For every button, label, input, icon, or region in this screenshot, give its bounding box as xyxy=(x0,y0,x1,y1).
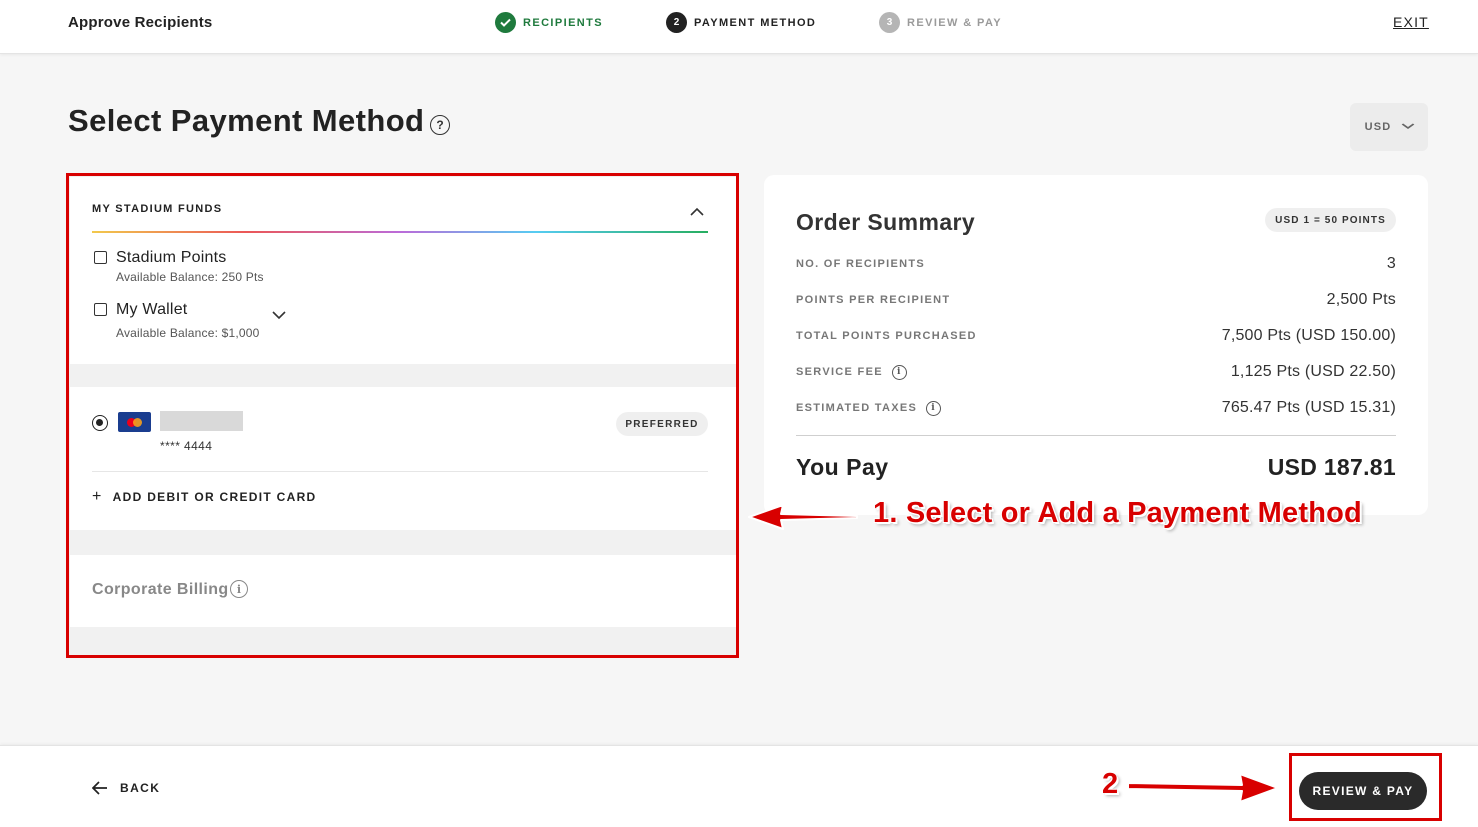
app-title: Approve Recipients xyxy=(68,14,213,31)
annotation-arrow-right-icon xyxy=(1127,773,1279,803)
annotation-highlight-box xyxy=(66,173,739,658)
annotation-highlight-box xyxy=(1289,753,1442,821)
arrow-left-icon xyxy=(91,781,108,795)
summary-value: 765.47 Pts (USD 15.31) xyxy=(1221,399,1396,416)
summary-label: POINTS PER RECIPIENT xyxy=(796,294,951,306)
info-icon[interactable]: i xyxy=(891,364,907,380)
currency-select[interactable]: USD xyxy=(1350,103,1428,151)
summary-label: TOTAL POINTS PURCHASED xyxy=(796,330,977,342)
order-summary-title: Order Summary xyxy=(796,209,976,235)
summary-row: POINTS PER RECIPIENT 2,500 Pts xyxy=(796,290,1396,310)
check-icon xyxy=(495,12,516,33)
chevron-down-icon xyxy=(1401,122,1415,133)
exchange-rate-badge: USD 1 = 50 POINTS xyxy=(1265,208,1396,232)
summary-row: SERVICE FEE i 1,125 Pts (USD 22.50) xyxy=(796,362,1396,382)
summary-value: 1,125 Pts (USD 22.50) xyxy=(1230,363,1396,380)
step-label: RECIPIENTS xyxy=(523,16,604,29)
summary-row: TOTAL POINTS PURCHASED 7,500 Pts (USD 15… xyxy=(796,326,1396,346)
divider xyxy=(796,435,1396,436)
summary-value: 2,500 Pts xyxy=(1326,291,1396,308)
summary-label: SERVICE FEE i xyxy=(796,364,907,380)
page-title: Select Payment Method xyxy=(68,103,425,138)
step-number: 3 xyxy=(879,12,900,33)
summary-row: NO. OF RECIPIENTS 3 xyxy=(796,254,1396,274)
top-bar: Approve Recipients RECIPIENTS 2 PAYMENT … xyxy=(0,0,1478,54)
back-button[interactable]: BACK xyxy=(91,781,161,795)
summary-value: 7,500 Pts (USD 150.00) xyxy=(1221,327,1396,344)
step-number: 2 xyxy=(666,12,687,33)
back-label: BACK xyxy=(120,781,161,795)
step-label: PAYMENT METHOD xyxy=(694,16,817,29)
estimated-taxes-label: ESTIMATED TAXES xyxy=(796,402,918,414)
you-pay-label: You Pay xyxy=(796,454,889,480)
annotation-step-1: 1. Select or Add a Payment Method xyxy=(873,497,1362,529)
step-label: REVIEW & PAY xyxy=(907,16,1003,29)
service-fee-label: SERVICE FEE xyxy=(796,366,883,378)
summary-value: 3 xyxy=(1386,255,1396,272)
currency-value: USD xyxy=(1364,121,1392,133)
step-payment-method[interactable]: 2 PAYMENT METHOD xyxy=(666,12,816,33)
summary-row: ESTIMATED TAXES i 765.47 Pts (USD 15.31) xyxy=(796,398,1396,418)
annotation-arrow-left-icon xyxy=(748,504,858,530)
order-summary: Order Summary USD 1 = 50 POINTS NO. OF R… xyxy=(764,175,1428,515)
step-recipients[interactable]: RECIPIENTS xyxy=(495,12,603,33)
summary-label: NO. OF RECIPIENTS xyxy=(796,258,926,270)
help-icon[interactable]: ? xyxy=(430,115,450,135)
annotation-step-2: 2 xyxy=(1102,768,1119,800)
step-review-pay[interactable]: 3 REVIEW & PAY xyxy=(879,12,1002,33)
exit-link[interactable]: EXIT xyxy=(1393,14,1429,30)
you-pay-total: USD 187.81 xyxy=(1267,454,1396,480)
summary-label: ESTIMATED TAXES i xyxy=(796,400,942,416)
info-icon[interactable]: i xyxy=(926,400,942,416)
